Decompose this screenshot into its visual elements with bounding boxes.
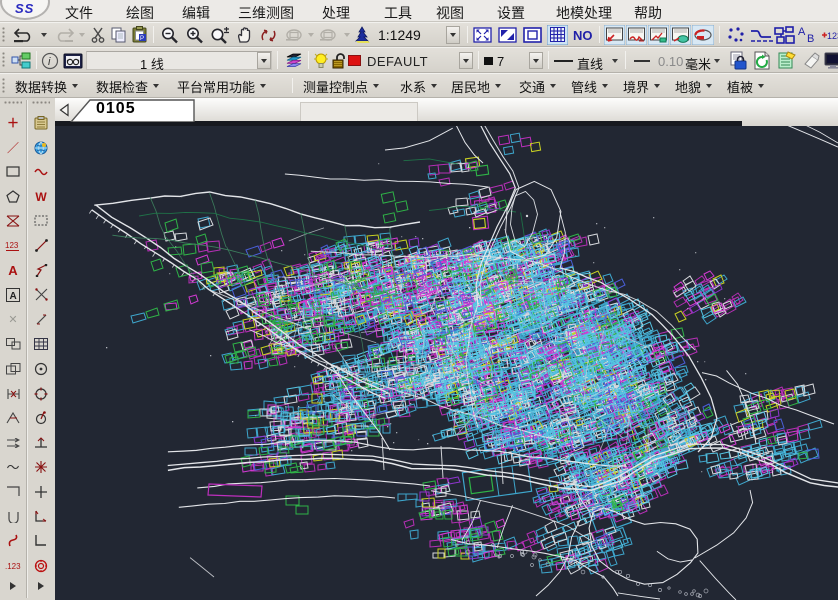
svg-text:A: A	[798, 26, 806, 38]
svg-text:B: B	[807, 33, 814, 45]
svg-text:123: 123	[827, 31, 838, 41]
svg-text:A: A	[10, 291, 17, 302]
svg-text:P: P	[140, 36, 144, 42]
svg-text:.123: .123	[5, 562, 21, 571]
svg-text:123: 123	[5, 241, 19, 250]
svg-text:NO: NO	[573, 28, 593, 43]
svg-text:i: i	[48, 56, 51, 68]
